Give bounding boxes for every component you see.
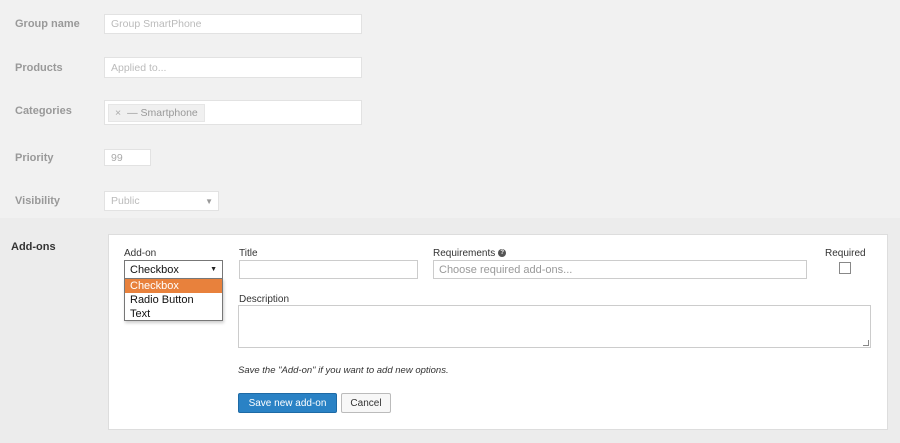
addons-label: Add-ons [11,241,56,253]
addon-type-dropdown: Checkbox Radio Button Text [124,278,223,321]
visibility-label: Visibility [15,195,61,207]
chevron-down-icon: ▼ [205,196,213,206]
required-label: Required [825,248,866,259]
products-input[interactable]: Applied to... [104,57,362,78]
cancel-button[interactable]: Cancel [341,393,391,413]
title-input[interactable] [239,260,418,279]
addon-type-label: Add-on [124,248,157,259]
priority-input[interactable]: 99 [104,149,151,166]
required-checkbox[interactable] [839,262,851,274]
description-textarea[interactable] [238,305,871,348]
title-label: Title [239,248,258,259]
categories-label: Categories [15,105,72,117]
categories-input[interactable]: × — Smartphone [104,100,362,125]
requirements-label: Requirements? [433,248,507,259]
dropdown-arrow-icon: ▼ [210,266,217,273]
help-icon[interactable]: ? [498,249,507,258]
category-tag-label: — Smartphone [127,106,198,119]
save-hint-text: Save the "Add-on" if you want to add new… [238,365,449,376]
products-label: Products [15,62,63,74]
addon-option-radio-button[interactable]: Radio Button [125,293,222,307]
group-name-label: Group name [15,18,80,30]
addon-type-select[interactable]: Checkbox ▼ [124,260,223,279]
group-name-input[interactable]: Group SmartPhone [104,14,362,34]
requirements-input[interactable]: Choose required add-ons... [433,260,807,279]
addon-option-checkbox[interactable]: Checkbox [125,279,222,293]
visibility-select[interactable]: Public ▼ [104,191,219,211]
priority-label: Priority [15,152,54,164]
addon-type-selected: Checkbox [130,263,179,276]
save-addon-button[interactable]: Save new add-on [238,393,337,413]
category-tag: × — Smartphone [108,103,205,122]
resize-handle-icon[interactable] [863,340,869,346]
addon-option-text[interactable]: Text [125,307,222,321]
requirements-label-text: Requirements [433,248,496,259]
remove-tag-icon[interactable]: × [115,107,121,119]
visibility-value: Public [111,195,140,207]
description-label: Description [239,294,290,305]
